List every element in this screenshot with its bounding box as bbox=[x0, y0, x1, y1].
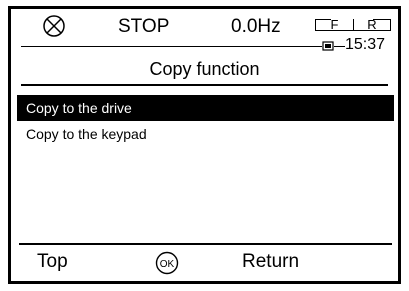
ok-icon[interactable]: OK bbox=[155, 251, 179, 275]
status-bar: STOP 0.0Hz F R 15:37 bbox=[11, 9, 398, 58]
battery-icon bbox=[322, 41, 334, 51]
softkey-top[interactable]: Top bbox=[37, 250, 68, 274]
drive-state: STOP bbox=[118, 16, 170, 37]
ok-label: OK bbox=[160, 259, 175, 270]
stop-circle-cross-icon bbox=[43, 15, 65, 37]
title-divider bbox=[21, 84, 388, 86]
softkey-return[interactable]: Return bbox=[242, 250, 299, 274]
menu-item-copy-to-drive[interactable]: Copy to the drive bbox=[17, 95, 394, 121]
status-divider bbox=[334, 46, 345, 47]
keypad-display: STOP 0.0Hz F R 15:37 Copy function Copy … bbox=[8, 6, 401, 284]
status-divider bbox=[21, 46, 322, 47]
reverse-indicator: R bbox=[353, 18, 391, 31]
menu-list: Copy to the drive Copy to the keypad bbox=[17, 95, 394, 147]
output-frequency: 0.0Hz bbox=[231, 16, 281, 37]
menu-item-copy-to-keypad[interactable]: Copy to the keypad bbox=[17, 121, 394, 147]
page-title: Copy function bbox=[149, 59, 260, 79]
clock: 15:37 bbox=[345, 36, 386, 53]
forward-indicator: F bbox=[315, 18, 353, 31]
softkey-divider bbox=[19, 243, 392, 245]
